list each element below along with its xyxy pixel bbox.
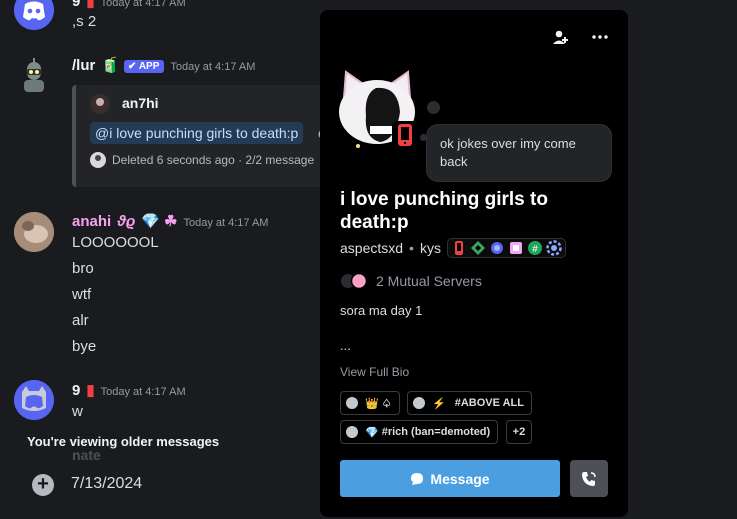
role-pill[interactable]: 👑 ♤ xyxy=(340,391,400,415)
profile-popout: ok jokes over imy come back i love punch… xyxy=(320,10,628,517)
message-text: alr xyxy=(72,312,89,329)
message-text: wtf xyxy=(72,286,92,303)
message-text: ,s 2 xyxy=(72,13,97,30)
status-bubble-dot xyxy=(427,101,440,114)
embed-footer: Deleted 6 seconds ago · 2/2 message xyxy=(90,152,314,168)
message-text: bro xyxy=(72,260,94,277)
footer-avatar-icon xyxy=(90,152,106,168)
crown-icon: 👑 xyxy=(365,397,379,410)
call-button[interactable] xyxy=(570,460,608,497)
roles-list: 👑 ♤ ⚡ #ABOVE ALL 💎 #rich (ban=demoted) +2 xyxy=(340,391,615,449)
mention-pill[interactable]: @i love punching girls to death:p xyxy=(90,122,304,144)
message-embed: an7hi @i love punching girls to death:p … xyxy=(72,85,332,187)
faded-username: nate xyxy=(72,447,101,463)
message-text: LOOOOOOL xyxy=(72,234,159,251)
more-roles-button[interactable]: +2 xyxy=(505,420,533,444)
gem-icon: 💎 xyxy=(141,213,161,230)
name-decoration: ϑϱ xyxy=(117,213,136,230)
message-text: bye xyxy=(72,338,97,355)
mobile-status-icon: ▮ xyxy=(86,0,95,10)
quest-badge-icon[interactable] xyxy=(489,240,505,256)
embed-author[interactable]: an7hi xyxy=(122,95,159,111)
profile-badges: # xyxy=(446,238,566,258)
message-username[interactable]: /lur 🧃 ✔ APP Today at 4:17 AM xyxy=(72,56,255,74)
timestamp: Today at 4:17 AM xyxy=(100,386,186,398)
call-icon xyxy=(582,471,596,486)
more-icon[interactable] xyxy=(588,28,612,48)
message-composer[interactable]: + 7/13/2024 xyxy=(18,462,330,506)
custom-status-bubble: ok jokes over imy come back xyxy=(426,124,612,182)
nitro-badge-icon[interactable] xyxy=(508,240,524,256)
message-group[interactable]: /lur 🧃 ✔ APP Today at 4:17 AM an7hi @i love… xyxy=(0,52,332,192)
bot-emoji-icon: 🧃 xyxy=(101,57,121,74)
composer-text: 7/13/2024 xyxy=(71,475,143,492)
embed-author-avatar-icon xyxy=(90,94,110,114)
boost-badge-icon[interactable] xyxy=(546,240,562,256)
mobile-badge-icon[interactable] xyxy=(451,240,467,256)
hypesquad-badge-icon[interactable] xyxy=(470,240,486,256)
plus-circle-icon[interactable]: + xyxy=(32,474,54,496)
message-username[interactable]: anahi ϑϱ 💎 ☘ Today at 4:17 AM xyxy=(72,212,268,230)
mobile-status-icon xyxy=(392,121,418,149)
app-badge: ✔ APP xyxy=(124,60,165,73)
avatar[interactable] xyxy=(14,212,54,252)
discord-default-avatar-icon xyxy=(14,0,54,30)
mobile-status-icon: ▮ xyxy=(86,382,95,399)
role-pill[interactable]: ⚡ #ABOVE ALL xyxy=(407,391,532,415)
message-bubble-icon xyxy=(411,472,424,485)
profile-pronouns: kys xyxy=(419,240,441,256)
message-group[interactable]: 9 ▮ Today at 4:17 AM ,s 2 xyxy=(0,0,330,30)
lightning-icon: ⚡ xyxy=(432,397,446,410)
bio-text: sora ma day 1 xyxy=(340,303,423,318)
gem-icon: 💎 xyxy=(365,426,379,439)
timestamp: Today at 4:17 AM xyxy=(183,217,269,229)
discord-default-avatar-icon xyxy=(14,380,54,420)
avatar[interactable] xyxy=(14,0,54,30)
clover-icon: ☘ xyxy=(164,213,178,230)
profile-display-name: i love punching girls to death:p xyxy=(340,189,548,233)
timestamp: Today at 4:17 AM xyxy=(170,61,256,73)
avatar[interactable] xyxy=(14,56,54,96)
add-friend-icon[interactable] xyxy=(548,28,572,48)
mutual-server-icons xyxy=(341,272,368,290)
message-username[interactable]: 9 ▮ Today at 4:17 AM xyxy=(72,0,186,10)
spade-icon: ♤ xyxy=(381,397,392,410)
older-messages-banner[interactable]: You're viewing older messages xyxy=(0,428,330,458)
role-pill[interactable]: 💎 #rich (ban=demoted) xyxy=(340,420,499,444)
timestamp: Today at 4:17 AM xyxy=(100,0,186,9)
hashtag-badge-icon[interactable]: # xyxy=(527,240,543,256)
message-group[interactable]: 9 ▮ Today at 4:17 AM w xyxy=(0,378,330,426)
bender-avatar-icon xyxy=(14,56,54,96)
anahi-avatar-icon xyxy=(14,212,54,252)
profile-username[interactable]: aspectsxd xyxy=(340,240,403,256)
mutual-servers[interactable]: 2 Mutual Servers xyxy=(340,272,482,290)
svg-text:#: # xyxy=(532,244,538,255)
view-full-bio-link[interactable]: View Full Bio xyxy=(340,365,409,379)
bio-text: ... xyxy=(340,338,351,353)
message-button[interactable]: Message xyxy=(340,460,560,497)
message-group[interactable]: anahi ϑϱ 💎 ☘ Today at 4:17 AM LOOOOOOL bro w… xyxy=(0,208,330,358)
message-username[interactable]: 9 ▮ Today at 4:17 AM xyxy=(72,381,186,399)
profile-username-row: aspectsxd • kys # xyxy=(340,237,566,259)
message-text: w xyxy=(72,403,83,420)
avatar[interactable] xyxy=(14,380,54,420)
